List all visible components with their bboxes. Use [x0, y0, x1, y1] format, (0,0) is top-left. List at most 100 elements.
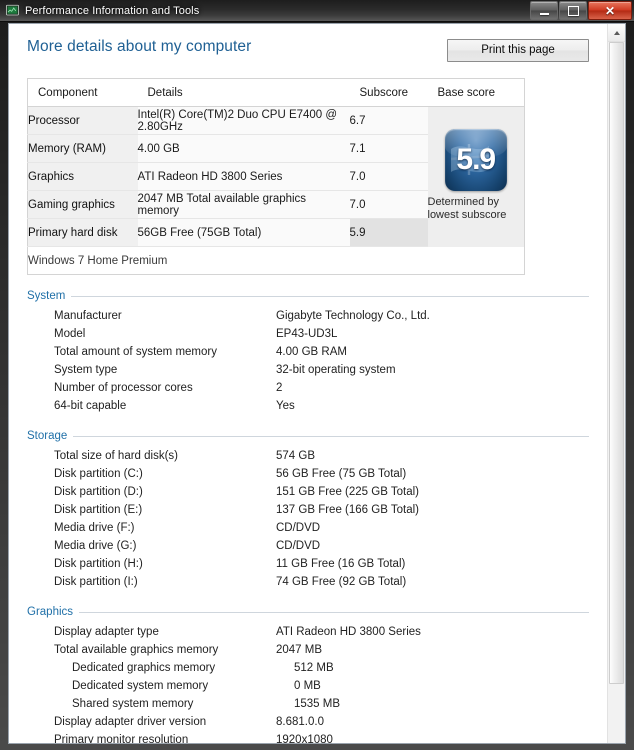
detail-value: CD/DVD	[276, 540, 321, 552]
detail-value: 74 GB Free (92 GB Total)	[276, 576, 407, 588]
scrollbar-thumb[interactable]	[609, 42, 624, 684]
column-header-details: Details	[137, 78, 350, 107]
detail-value: 32-bit operating system	[276, 364, 396, 376]
detail-row: Display adapter type ATI Radeon HD 3800 S…	[27, 623, 589, 641]
detail-row: Number of processor cores 2	[27, 379, 589, 397]
cell-details: 2047 MB Total available graphics memory	[137, 190, 350, 219]
cell-component: Graphics	[27, 162, 138, 191]
base-score-badge-wrap: 5.9 Determined by lowest subscore	[428, 123, 525, 222]
detail-row: Dedicated graphics memory 512 MB	[27, 659, 589, 677]
detail-key: Primary monitor resolution	[54, 734, 189, 743]
detail-value: EP43-UD3L	[276, 328, 338, 340]
detail-key: Model	[54, 328, 86, 340]
detail-key: Dedicated graphics memory	[72, 662, 216, 674]
detail-key: Dedicated system memory	[72, 680, 209, 692]
section-system: System Manufacturer Gigabyte Technology C…	[27, 290, 589, 415]
windows-edition-label: Windows 7 Home Premium	[27, 246, 525, 275]
detail-row: Disk partition (C:) 56 GB Free (75 GB Tot…	[27, 465, 589, 483]
detail-row: Primary monitor resolution 1920x1080	[27, 731, 589, 743]
detail-key: Disk partition (H:)	[54, 558, 143, 570]
detail-value: 1920x1080	[276, 734, 333, 743]
cell-subscore: 7.1	[349, 134, 428, 163]
section-heading-storage: Storage	[27, 430, 589, 442]
detail-value: 512 MB	[294, 662, 334, 674]
base-score-caption: Determined by lowest subscore	[427, 196, 507, 222]
section-divider	[79, 611, 589, 613]
detail-value: 151 GB Free (225 GB Total)	[276, 486, 419, 498]
detail-key: System type	[54, 364, 118, 376]
detail-value: 1535 MB	[294, 698, 341, 710]
score-table-header: Component Details Subscore Base score	[27, 78, 525, 107]
detail-row: Media drive (F:) CD/DVD	[27, 519, 589, 537]
column-header-base-score: Base score	[427, 78, 525, 107]
detail-row: Model EP43-UD3L	[27, 325, 589, 343]
detail-row: System type 32-bit operating system	[27, 361, 589, 379]
cell-subscore: 6.7	[349, 106, 428, 135]
detail-key: Display adapter driver version	[54, 716, 207, 728]
page-title: More details about my computer	[27, 38, 252, 55]
detail-value: 0 MB	[294, 680, 321, 692]
cell-component: Primary hard disk	[27, 218, 138, 247]
scroll-content: More details about my computer Print thi…	[9, 24, 607, 743]
detail-value: 8.681.0.0	[276, 716, 324, 728]
detail-key: Shared system memory	[72, 698, 194, 710]
cell-component: Processor	[27, 106, 138, 135]
maximize-button[interactable]	[559, 1, 587, 20]
detail-row: Shared system memory 1535 MB	[27, 695, 589, 713]
detail-value: 137 GB Free (166 GB Total)	[276, 504, 419, 516]
detail-row: Total available graphics memory 2047 MB	[27, 641, 589, 659]
detail-row: Display adapter driver version 8.681.0.0	[27, 713, 589, 731]
cell-details: 56GB Free (75GB Total)	[137, 218, 350, 247]
detail-value: 4.00 GB RAM	[276, 346, 347, 358]
detail-value: 2047 MB	[276, 644, 323, 656]
minimize-button[interactable]	[530, 1, 558, 20]
performance-monitor-icon	[6, 4, 19, 16]
section-storage: Storage Total size of hard disk(s) 574 GB…	[27, 430, 589, 591]
detail-row: Total size of hard disk(s) 574 GB	[27, 447, 589, 465]
window-title: Performance Information and Tools	[25, 4, 200, 17]
cell-subscore-lowest: 5.9	[349, 218, 428, 247]
window-controls: ✕	[530, 1, 632, 20]
detail-key: Media drive (G:)	[54, 540, 137, 552]
print-this-page-button[interactable]: Print this page	[447, 39, 589, 62]
cell-subscore: 7.0	[349, 162, 428, 191]
vertical-scrollbar[interactable]	[607, 24, 625, 743]
section-heading-system: System	[27, 290, 589, 302]
detail-value: 56 GB Free (75 GB Total)	[276, 468, 407, 480]
detail-row: 64-bit capable Yes	[27, 397, 589, 415]
detail-key: 64-bit capable	[54, 400, 127, 412]
detail-key: Number of processor cores	[54, 382, 193, 394]
column-header-subscore: Subscore	[349, 78, 428, 107]
close-button[interactable]: ✕	[588, 1, 632, 20]
table-row-edition: Windows 7 Home Premium	[27, 246, 525, 275]
detail-row: Disk partition (H:) 11 GB Free (16 GB Tot…	[27, 555, 589, 573]
section-title: Storage	[27, 430, 68, 442]
cell-details: ATI Radeon HD 3800 Series	[137, 162, 350, 191]
application-window: Performance Information and Tools ✕ More…	[0, 0, 634, 750]
detail-value: 2	[276, 382, 283, 394]
detail-value: ATI Radeon HD 3800 Series	[276, 626, 421, 638]
page-header: More details about my computer Print thi…	[27, 38, 589, 62]
title-bar[interactable]: Performance Information and Tools ✕	[0, 0, 634, 22]
windows-experience-index-badge: 5.9	[444, 129, 507, 192]
score-table-body: Processor Intel(R) Core(TM)2 Duo CPU E74…	[27, 106, 525, 275]
client-area: More details about my computer Print thi…	[8, 23, 626, 744]
table-header-row: Component Details Subscore Base score	[27, 78, 525, 107]
detail-key: Disk partition (C:)	[54, 468, 143, 480]
detail-value: 11 GB Free (16 GB Total)	[276, 558, 406, 570]
section-rows-storage: Total size of hard disk(s) 574 GB Disk pa…	[27, 447, 589, 591]
score-table: Component Details Subscore Base score Pr…	[27, 78, 525, 275]
detail-row: Dedicated system memory 0 MB	[27, 677, 589, 695]
scroll-up-arrow-icon[interactable]	[608, 24, 625, 42]
cell-subscore: 7.0	[349, 190, 428, 219]
detail-key: Disk partition (D:)	[54, 486, 143, 498]
section-title: Graphics	[27, 606, 74, 618]
detail-key: Manufacturer	[54, 310, 122, 322]
detail-row: Disk partition (I:) 74 GB Free (92 GB Tot…	[27, 573, 589, 591]
detail-row: Total amount of system memory 4.00 GB RAM	[27, 343, 589, 361]
detail-key: Disk partition (E:)	[54, 504, 143, 516]
detail-row: Disk partition (D:) 151 GB Free (225 GB T…	[27, 483, 589, 501]
section-graphics: Graphics Display adapter type ATI Radeon …	[27, 606, 589, 743]
section-heading-graphics: Graphics	[27, 606, 589, 618]
detail-key: Disk partition (I:)	[54, 576, 138, 588]
